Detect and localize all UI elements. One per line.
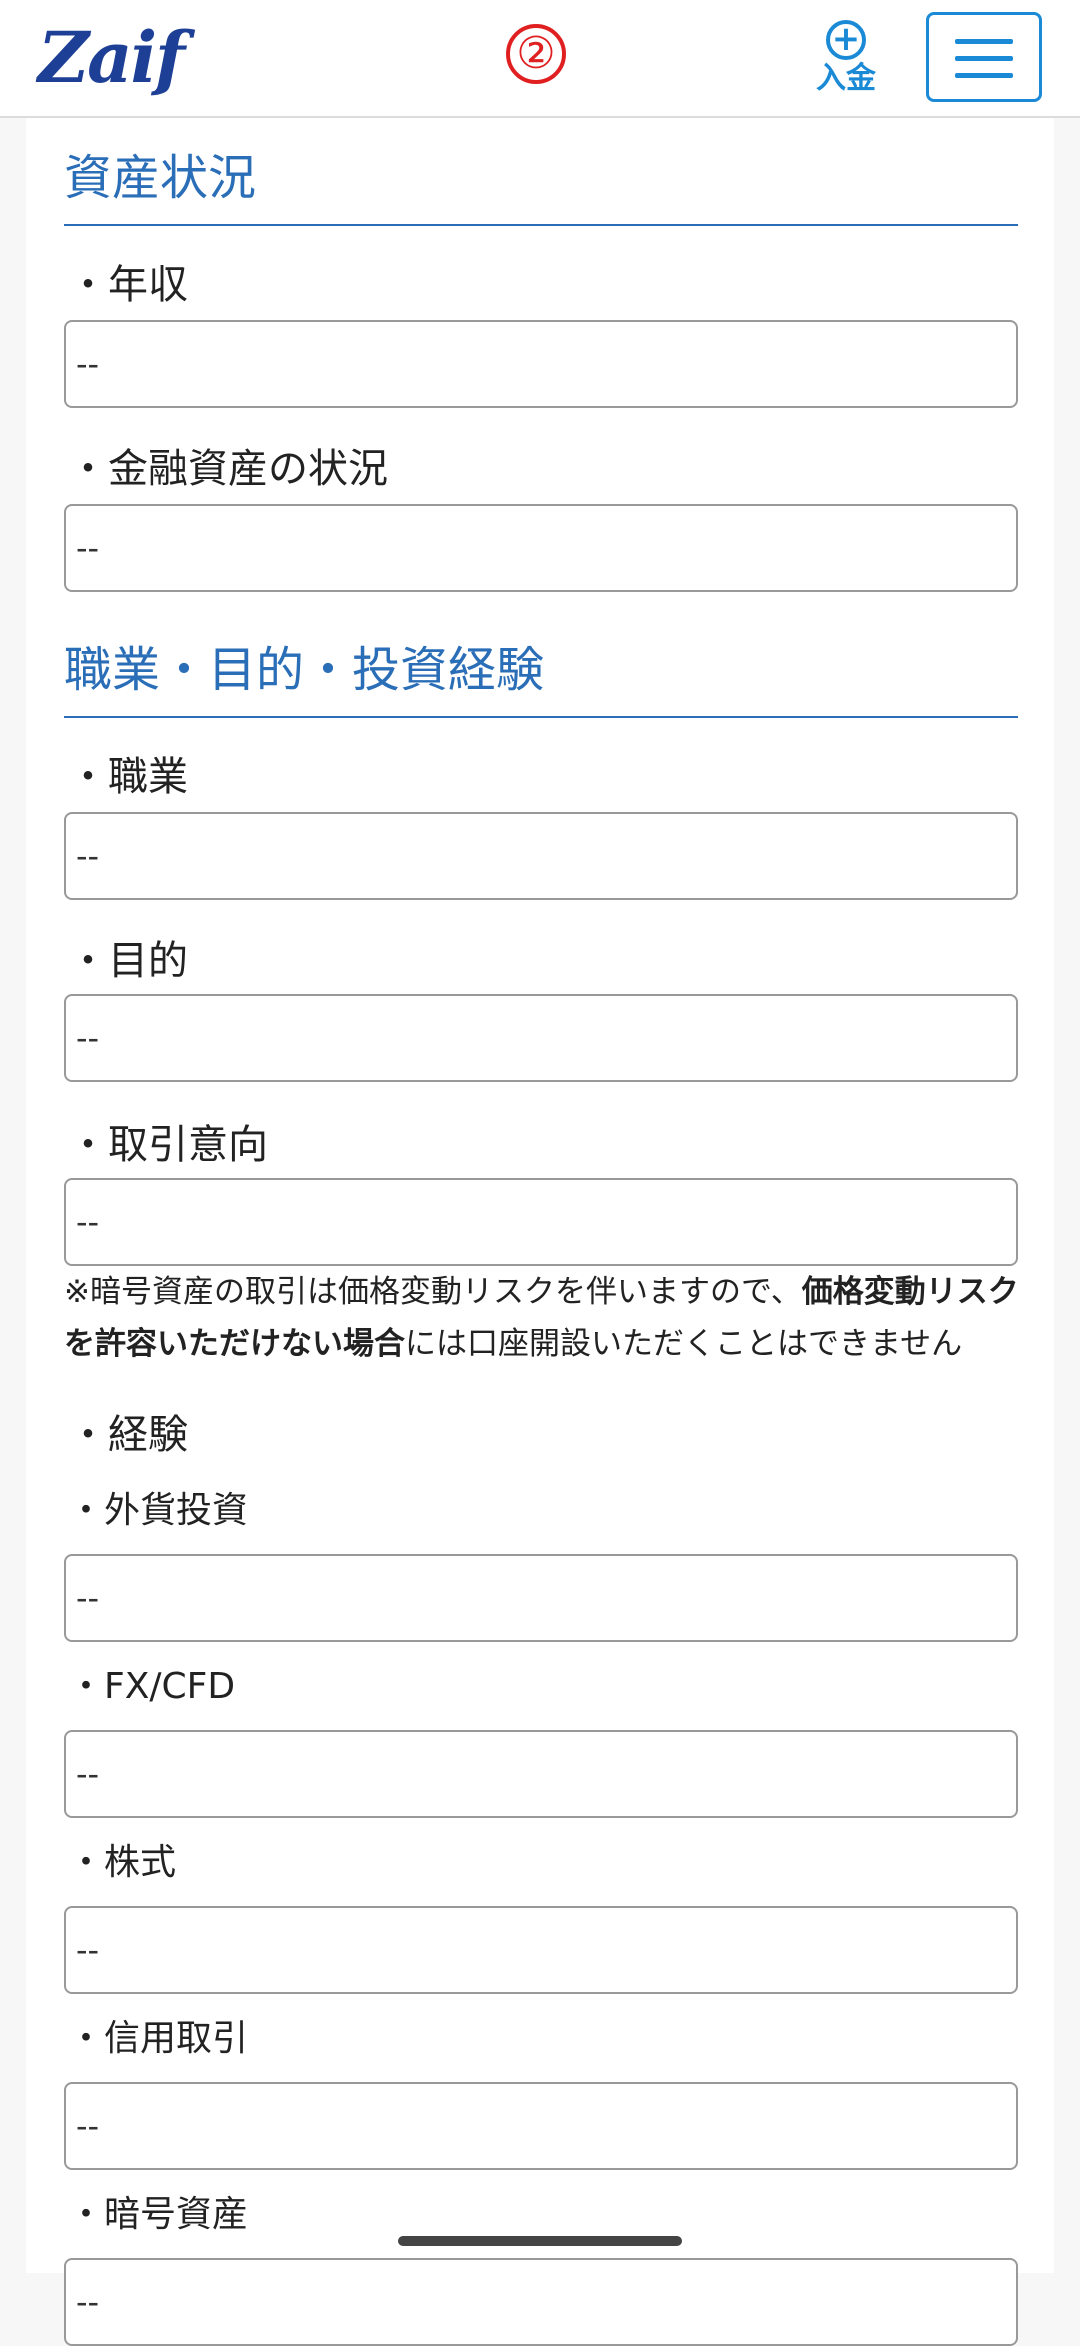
annual-income-field[interactable]: --: [64, 320, 1018, 408]
app-header: Zaif ② + 入金: [0, 0, 1080, 118]
sub-label-fx-cfd: ・FX/CFD: [68, 1666, 236, 1707]
menu-bar-icon: [955, 56, 1013, 61]
sub-label-margin-trading: ・信用取引: [68, 2018, 249, 2059]
home-indicator[interactable]: [398, 2236, 682, 2246]
plus-circle-icon: +: [826, 20, 866, 60]
occupation-field[interactable]: --: [64, 812, 1018, 900]
crypto-experience-field[interactable]: --: [64, 2258, 1018, 2346]
risk-note-prefix: ※暗号資産の取引は価格変動リスクを伴いますので、: [64, 1274, 802, 1310]
margin-trading-experience-field[interactable]: --: [64, 2082, 1018, 2170]
field-label-trading-intent: ・取引意向: [68, 1122, 268, 1168]
field-label-purpose: ・目的: [68, 938, 188, 984]
forex-experience-field[interactable]: --: [64, 1554, 1018, 1642]
deposit-button[interactable]: + 入金: [808, 20, 884, 100]
form-content: 資産状況 ・年収 -- ・金融資産の状況 -- 職業・目的・投資経験 ・職業 -…: [26, 118, 1054, 2346]
fx-cfd-experience-field[interactable]: --: [64, 1730, 1018, 1818]
menu-bar-icon: [955, 73, 1013, 78]
risk-note-suffix: には口座開設いただくことはできません: [405, 1326, 963, 1362]
field-label-occupation: ・職業: [68, 754, 188, 800]
field-label-financial-assets: ・金融資産の状況: [68, 446, 388, 492]
stocks-experience-field[interactable]: --: [64, 1906, 1018, 1994]
section-title-occupation: 職業・目的・投資経験: [64, 640, 1018, 718]
section-title-assets: 資産状況: [64, 148, 1018, 226]
field-label-annual-income: ・年収: [68, 262, 188, 308]
financial-assets-field[interactable]: --: [64, 504, 1018, 592]
deposit-label: 入金: [816, 61, 876, 96]
trading-intent-field[interactable]: --: [64, 1178, 1018, 1266]
sub-label-crypto: ・暗号資産: [68, 2194, 249, 2235]
hamburger-menu-button[interactable]: [926, 12, 1042, 102]
purpose-field[interactable]: --: [64, 994, 1018, 1082]
sub-label-forex: ・外貨投資: [68, 1490, 249, 1531]
risk-note: ※暗号資産の取引は価格変動リスクを伴いますので、価格変動リスクを許容いただけない…: [64, 1266, 1044, 1370]
step-indicator: ②: [506, 24, 566, 84]
sub-label-stocks: ・株式: [68, 1842, 177, 1883]
field-label-experience: ・経験: [68, 1412, 188, 1458]
menu-bar-icon: [955, 39, 1013, 44]
zaif-logo[interactable]: Zaif: [38, 22, 185, 94]
